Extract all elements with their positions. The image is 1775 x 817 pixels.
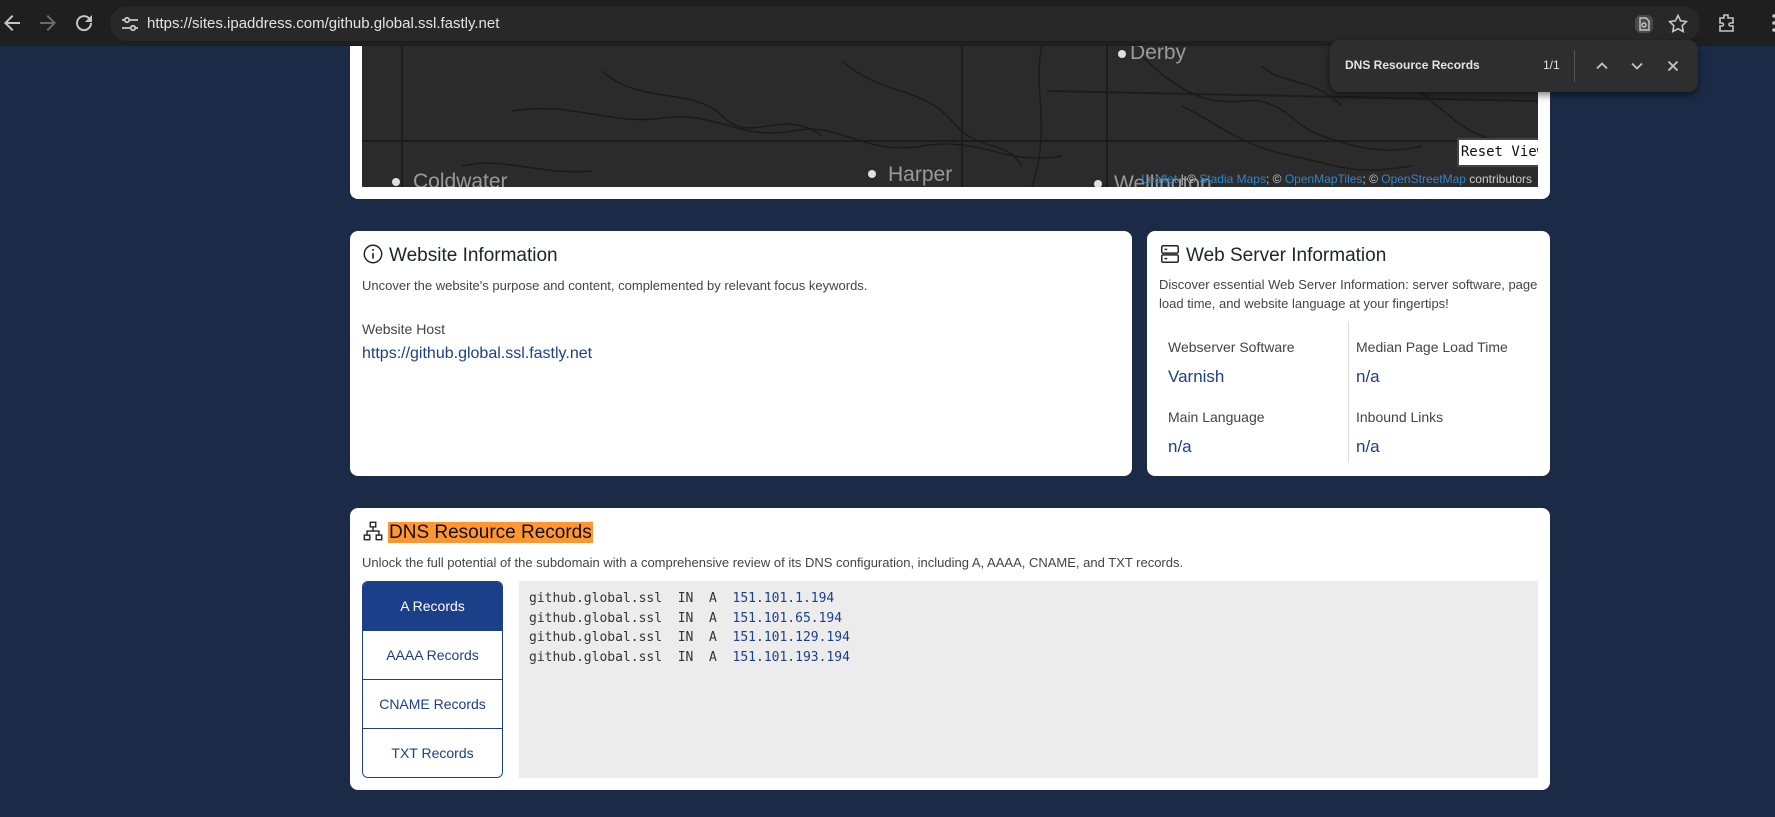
menu-icon[interactable]: [1762, 11, 1775, 35]
website-information-card: Website Information Uncover the website'…: [350, 231, 1132, 476]
reset-view-button[interactable]: Reset View: [1457, 138, 1538, 167]
record-name: github.global.ssl: [529, 591, 663, 606]
record-class: IN: [677, 591, 694, 606]
web-server-information-card: Web Server Information Discover essentia…: [1147, 231, 1550, 476]
record-ip[interactable]: 151.101.129.194: [733, 630, 850, 645]
dns-records-panel: github.global.ssl IN A 151.101.1.194 git…: [519, 581, 1538, 778]
main-language-value: n/a: [1168, 437, 1192, 456]
chevron-up-icon[interactable]: [1590, 54, 1614, 78]
attribution-separator: ; ©: [1265, 172, 1285, 186]
tab-cname-records[interactable]: CNAME Records: [363, 680, 502, 729]
address-bar[interactable]: https://sites.ipaddress.com/github.globa…: [110, 6, 1700, 41]
map-marker-derby: [1118, 50, 1126, 58]
tab-txt-records[interactable]: TXT Records: [363, 729, 502, 777]
web-server-information-title: Web Server Information: [1186, 245, 1387, 266]
webserver-software-value: Varnish: [1168, 367, 1225, 386]
attribution-contributors: contributors: [1465, 172, 1532, 186]
record-type: A: [709, 649, 717, 665]
web-server-description-line-2: load time, and website language at your …: [1159, 296, 1449, 311]
dns-record-tabs: A Records AAAA Records CNAME Records TXT…: [362, 581, 503, 778]
find-in-page-icon[interactable]: [1632, 12, 1656, 36]
dns-description: Unlock the full potential of the subdoma…: [362, 555, 1184, 570]
attribution-separator: ; ©: [1362, 172, 1382, 186]
record-name: github.global.ssl: [529, 610, 663, 626]
field-divider: [1348, 322, 1349, 462]
webserver-software-label: Webserver Software: [1168, 339, 1295, 355]
map-label-derby: Derby: [1130, 46, 1187, 64]
record-type: A: [709, 591, 717, 606]
openmaptiles-link[interactable]: OpenMapTiles: [1285, 172, 1363, 186]
tab-a-records[interactable]: A Records: [363, 582, 502, 631]
record-type: A: [709, 630, 717, 645]
record-ip[interactable]: 151.101.193.194: [733, 650, 850, 665]
forward-icon[interactable]: [36, 11, 60, 35]
dns-record-line: github.global.ssl IN A 151.101.193.194: [529, 650, 1528, 670]
extensions-icon[interactable]: [1715, 11, 1739, 35]
median-page-load-time-value: n/a: [1356, 367, 1380, 386]
openstreetmap-link[interactable]: OpenStreetMap: [1381, 172, 1466, 186]
bookmark-star-icon[interactable]: [1666, 12, 1690, 36]
record-ip[interactable]: 151.101.1.194: [733, 591, 835, 606]
website-information-title: Website Information: [389, 245, 558, 266]
back-icon[interactable]: [0, 11, 24, 35]
dns-resource-records-title: DNS Resource Records: [388, 522, 593, 544]
dns-resource-records-card: DNS Resource Records Unlock the full pot…: [350, 508, 1550, 790]
dns-record-line: github.global.ssl IN A 151.101.65.194: [529, 611, 1528, 631]
record-name: github.global.ssl: [529, 649, 663, 665]
map-marker-wellington: [1094, 180, 1102, 187]
attribution-separator: | ©: [1177, 172, 1200, 186]
tab-aaaa-records[interactable]: AAAA Records: [363, 631, 502, 680]
stadia-maps-link[interactable]: Stadia Maps: [1199, 172, 1266, 186]
record-type: A: [709, 610, 717, 626]
close-icon[interactable]: [1661, 54, 1685, 78]
url-text[interactable]: https://sites.ipaddress.com/github.globa…: [147, 15, 499, 32]
website-host-link[interactable]: https://github.global.ssl.fastly.net: [362, 345, 592, 363]
dns-record-line: github.global.ssl IN A 151.101.1.194: [529, 591, 1528, 611]
server-icon: [1159, 243, 1181, 265]
find-highlight: DNS Resource Records: [388, 522, 593, 543]
record-name: github.global.ssl: [529, 630, 663, 645]
reload-icon[interactable]: [72, 11, 96, 35]
website-host-label: Website Host: [362, 321, 445, 337]
leaflet-link[interactable]: Leaflet: [1141, 172, 1177, 186]
map-label-harper: Harper: [888, 163, 953, 186]
map-label-coldwater: Coldwater: [413, 170, 508, 187]
find-input[interactable]: DNS Resource Records: [1345, 58, 1480, 72]
dns-record-line: github.global.ssl IN A 151.101.129.194: [529, 630, 1528, 650]
median-page-load-time-label: Median Page Load Time: [1356, 339, 1508, 355]
inbound-links-label: Inbound Links: [1356, 409, 1444, 425]
record-class: IN: [677, 630, 694, 645]
record-class: IN: [677, 649, 694, 665]
record-class: IN: [677, 610, 694, 626]
diagram-icon: [362, 520, 384, 542]
website-information-description: Uncover the website's purpose and conten…: [362, 278, 868, 293]
main-language-label: Main Language: [1168, 409, 1265, 425]
site-info-icon[interactable]: [118, 12, 142, 36]
info-circle-icon: [362, 243, 384, 265]
web-server-description-line-1: Discover essential Web Server Informatio…: [1159, 277, 1538, 292]
map-marker-harper: [868, 170, 876, 178]
record-ip[interactable]: 151.101.65.194: [733, 611, 843, 626]
find-bar: DNS Resource Records 1/1: [1330, 40, 1698, 92]
find-divider: [1574, 50, 1575, 82]
map-marker-coldwater: [392, 178, 400, 186]
find-match-count: 1/1: [1543, 58, 1560, 72]
inbound-links-value: n/a: [1356, 437, 1380, 456]
chevron-down-icon[interactable]: [1625, 54, 1649, 78]
map-attribution: Leaflet | © Stadia Maps; © OpenMapTiles;…: [1141, 172, 1532, 186]
